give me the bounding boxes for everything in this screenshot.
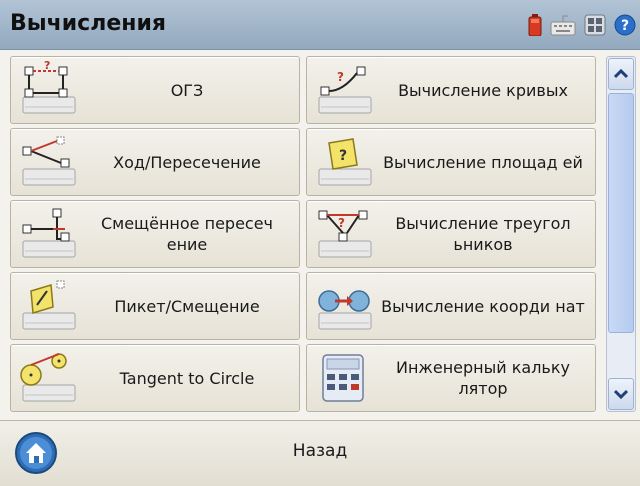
tile-triangle-calc[interactable]: ? Вычисление треугол ьников [306,200,596,268]
content-area: ? ОГЗ ? Вычисление кривых Ход/Пересечени… [0,50,640,420]
page-title: Вычисления [10,11,166,36]
triangle-calc-icon: ? [313,205,375,263]
tile-coordinate-calc[interactable]: Вычисление коорди нат [306,272,596,340]
scroll-down-button[interactable] [608,378,634,410]
tile-area-calc[interactable]: ? Вычисление площад ей [306,128,596,196]
back-button[interactable]: Назад [0,441,640,461]
svg-text:?: ? [338,216,345,230]
scroll-thumb[interactable] [608,93,634,333]
scrollbar[interactable] [606,56,636,412]
curve-calc-icon: ? [313,61,375,119]
chevron-up-icon [614,69,628,79]
tile-traverse[interactable]: Ход/Пересечение [10,128,300,196]
tile-label: Пикет/Смещение [114,296,260,316]
svg-text:?: ? [337,70,344,84]
menu-grid: ? ОГЗ ? Вычисление кривых Ход/Пересечени… [10,56,602,412]
tile-label: Ход/Пересечение [113,152,261,172]
svg-text:?: ? [44,61,50,72]
inverse-traverse-icon: ? [17,59,79,119]
tile-tangent-circle[interactable]: Tangent to Circle [10,344,300,412]
device-icon[interactable] [584,14,606,40]
chevron-down-icon [614,389,628,399]
tile-label: Tangent to Circle [119,368,255,388]
tile-station-offset[interactable]: Пикет/Смещение [10,272,300,340]
tile-inverse[interactable]: ? ОГЗ [10,56,300,124]
station-offset-icon [17,277,79,335]
help-icon[interactable]: ? [614,14,636,40]
tile-calculator[interactable]: Инженерный кальку лятор [306,344,596,412]
scroll-up-button[interactable] [608,58,634,90]
tile-label: Смещённое пересеч ение [100,214,274,254]
tile-label: ОГЗ [170,80,204,100]
tangent-circle-icon [17,349,79,407]
calculator-icon [313,349,375,407]
traverse-intersection-icon [17,133,79,191]
tile-curve-calc[interactable]: ? Вычисление кривых [306,56,596,124]
tile-label: Вычисление кривых [398,80,568,100]
bottom-bar: Назад [0,420,640,486]
coordinate-calc-icon [313,277,375,335]
keyboard-icon[interactable] [550,14,576,40]
battery-icon[interactable] [528,14,542,40]
tile-offset-intersection[interactable]: Смещённое пересеч ение [10,200,300,268]
status-icons: ? [528,14,636,40]
offset-intersection-icon [17,205,79,263]
tile-label: Вычисление площад ей [383,152,583,172]
tile-label: Вычисление треугол ьников [395,214,571,254]
area-calc-icon: ? [313,133,375,191]
tile-label: Вычисление коорди нат [381,296,585,316]
title-bar: Вычисления ? [0,0,640,50]
tile-label: Инженерный кальку лятор [396,358,570,398]
svg-text:?: ? [621,18,629,34]
svg-text:?: ? [339,148,347,164]
